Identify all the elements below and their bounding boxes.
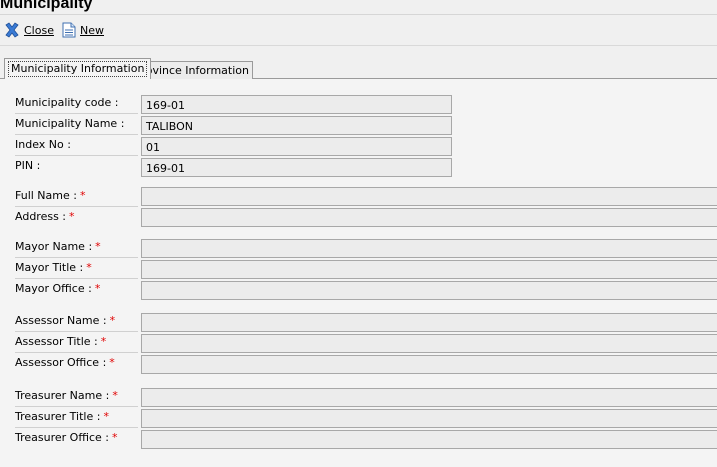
address-label: Address : * (15, 210, 75, 223)
required-mark: * (109, 314, 116, 327)
tab-province-information-label: Province Information (135, 64, 249, 77)
new-button-label: New (80, 23, 104, 37)
pin-field[interactable]: 169-01 (141, 158, 452, 177)
assessor-title-field[interactable] (141, 334, 717, 353)
required-mark: * (95, 240, 101, 253)
municipality-name-label: Municipality Name : (15, 117, 125, 130)
assessor-name-label: Assessor Name : * (15, 314, 116, 327)
treasurer-name-label: Treasurer Name : * (15, 389, 118, 402)
required-mark: * (111, 431, 118, 444)
pin-label: PIN : (15, 159, 41, 172)
assessor-office-field[interactable] (141, 355, 717, 374)
required-mark: * (69, 210, 75, 223)
treasurer-office-field[interactable] (141, 430, 717, 449)
treasurer-office-label: Treasurer Office : * (15, 431, 118, 444)
address-field[interactable] (141, 208, 717, 227)
assessor-name-field[interactable] (141, 313, 717, 332)
treasurer-title-field[interactable] (141, 409, 717, 428)
new-button[interactable]: New (62, 21, 104, 39)
required-mark: * (86, 261, 92, 274)
treasurer-title-label: Treasurer Title : * (15, 410, 109, 423)
full-name-label: Full Name : * (15, 189, 86, 202)
close-button-label: Close (24, 23, 54, 37)
mayor-name-field[interactable] (141, 239, 717, 258)
tab-municipality-information-label: Municipality Information (8, 61, 148, 77)
close-button[interactable]: Close (4, 21, 54, 39)
required-mark: * (94, 282, 101, 295)
required-mark: * (109, 356, 115, 369)
mayor-title-label: Mayor Title : * (15, 261, 92, 274)
required-mark: * (100, 335, 107, 348)
tab-municipality-information[interactable]: Municipality Information (4, 58, 152, 79)
required-mark: * (79, 189, 86, 202)
new-document-icon (62, 22, 76, 38)
index-no-field[interactable]: 01 (141, 137, 452, 156)
municipality-code-field[interactable]: 169-01 (141, 95, 452, 114)
window-title: Municipality (0, 0, 93, 12)
assessor-office-label: Assessor Office : * (15, 356, 115, 369)
toolbar: Close New (0, 15, 717, 45)
index-no-label: Index No : (15, 138, 71, 151)
treasurer-name-field[interactable] (141, 388, 717, 407)
toolbar-divider (0, 45, 717, 46)
municipality-code-label: Municipality code : (15, 96, 119, 109)
mayor-title-field[interactable] (141, 260, 717, 279)
close-icon (4, 22, 20, 38)
required-mark: * (103, 410, 109, 423)
mayor-office-label: Mayor Office : * (15, 282, 101, 295)
full-name-field[interactable] (141, 187, 717, 206)
mayor-office-field[interactable] (141, 281, 717, 300)
municipality-name-field[interactable]: TALIBON (141, 116, 452, 135)
mayor-name-label: Mayor Name : * (15, 240, 101, 253)
required-mark: * (112, 389, 118, 402)
assessor-title-label: Assessor Title : * (15, 335, 107, 348)
